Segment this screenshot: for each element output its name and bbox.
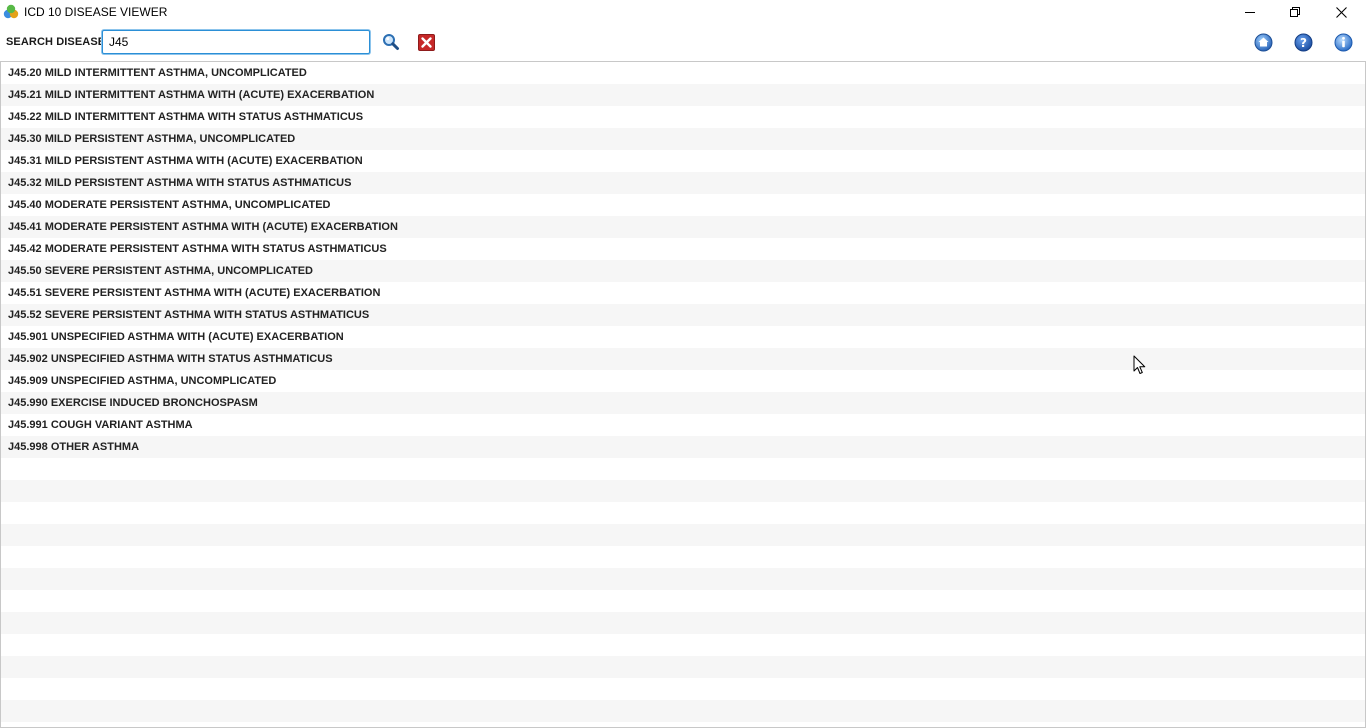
home-icon — [1254, 33, 1272, 51]
empty-row — [1, 480, 1365, 502]
list-item[interactable]: J45.21 MILD INTERMITTENT ASTHMA WITH (AC… — [1, 84, 1365, 106]
list-item[interactable]: J45.20 MILD INTERMITTENT ASTHMA, UNCOMPL… — [1, 62, 1365, 84]
list-item[interactable]: J45.42 MODERATE PERSISTENT ASTHMA WITH S… — [1, 238, 1365, 260]
toolbar: SEARCH DISEASES J45 ? — [0, 24, 1366, 60]
empty-row — [1, 612, 1365, 634]
empty-row — [1, 502, 1365, 524]
minimize-icon — [1245, 12, 1255, 13]
empty-row — [1, 458, 1365, 480]
clear-icon — [417, 33, 435, 51]
app-logo-icon — [3, 4, 19, 19]
empty-row — [1, 590, 1365, 612]
list-item[interactable]: J45.990 EXERCISE INDUCED BRONCHOSPASM — [1, 392, 1365, 414]
list-item[interactable]: J45.51 SEVERE PERSISTENT ASTHMA WITH (AC… — [1, 282, 1365, 304]
list-item[interactable]: J45.22 MILD INTERMITTENT ASTHMA WITH STA… — [1, 106, 1365, 128]
list-item[interactable]: J45.998 OTHER ASTHMA — [1, 436, 1365, 458]
home-button[interactable] — [1253, 32, 1273, 52]
empty-row — [1, 678, 1365, 700]
minimize-button[interactable] — [1227, 0, 1273, 24]
list-item[interactable]: J45.40 MODERATE PERSISTENT ASTHMA, UNCOM… — [1, 194, 1365, 216]
svg-text:?: ? — [1300, 36, 1307, 50]
clear-search-button[interactable] — [416, 32, 436, 52]
empty-row — [1, 656, 1365, 678]
empty-row — [1, 546, 1365, 568]
help-icon: ? — [1294, 33, 1312, 51]
list-item[interactable]: J45.902 UNSPECIFIED ASTHMA WITH STATUS A… — [1, 348, 1365, 370]
close-button[interactable] — [1318, 0, 1364, 24]
list-item[interactable]: J45.909 UNSPECIFIED ASTHMA, UNCOMPLICATE… — [1, 370, 1365, 392]
list-item[interactable]: J45.901 UNSPECIFIED ASTHMA WITH (ACUTE) … — [1, 326, 1365, 348]
list-item[interactable]: J45.30 MILD PERSISTENT ASTHMA, UNCOMPLIC… — [1, 128, 1365, 150]
empty-row — [1, 568, 1365, 590]
list-item[interactable]: J45.50 SEVERE PERSISTENT ASTHMA, UNCOMPL… — [1, 260, 1365, 282]
list-item[interactable]: J45.41 MODERATE PERSISTENT ASTHMA WITH (… — [1, 216, 1365, 238]
info-button[interactable] — [1333, 32, 1353, 52]
app-window: ICD 10 DISEASE VIEWER SEARCH DISEASES J4… — [0, 0, 1366, 728]
list-item[interactable]: J45.52 SEVERE PERSISTENT ASTHMA WITH STA… — [1, 304, 1365, 326]
search-button[interactable] — [381, 32, 401, 52]
empty-row — [1, 524, 1365, 546]
search-input[interactable] — [102, 30, 370, 54]
list-item[interactable]: J45.32 MILD PERSISTENT ASTHMA WITH STATU… — [1, 172, 1365, 194]
window-title: ICD 10 DISEASE VIEWER — [24, 5, 168, 19]
empty-row — [1, 700, 1365, 722]
title-bar: ICD 10 DISEASE VIEWER — [0, 0, 1366, 24]
empty-row — [1, 634, 1365, 656]
list-item[interactable]: J45.991 COUGH VARIANT ASTHMA — [1, 414, 1365, 436]
search-icon — [383, 34, 399, 50]
restore-button[interactable] — [1272, 0, 1318, 24]
close-icon — [1335, 6, 1347, 18]
search-label: SEARCH DISEASES — [6, 36, 113, 48]
help-button[interactable]: ? — [1293, 32, 1313, 52]
results-list: J45.20 MILD INTERMITTENT ASTHMA, UNCOMPL… — [0, 61, 1366, 728]
mouse-cursor-icon — [1133, 355, 1146, 374]
restore-icon — [1290, 7, 1300, 17]
list-item[interactable]: J45.31 MILD PERSISTENT ASTHMA WITH (ACUT… — [1, 150, 1365, 172]
info-icon — [1334, 33, 1352, 51]
